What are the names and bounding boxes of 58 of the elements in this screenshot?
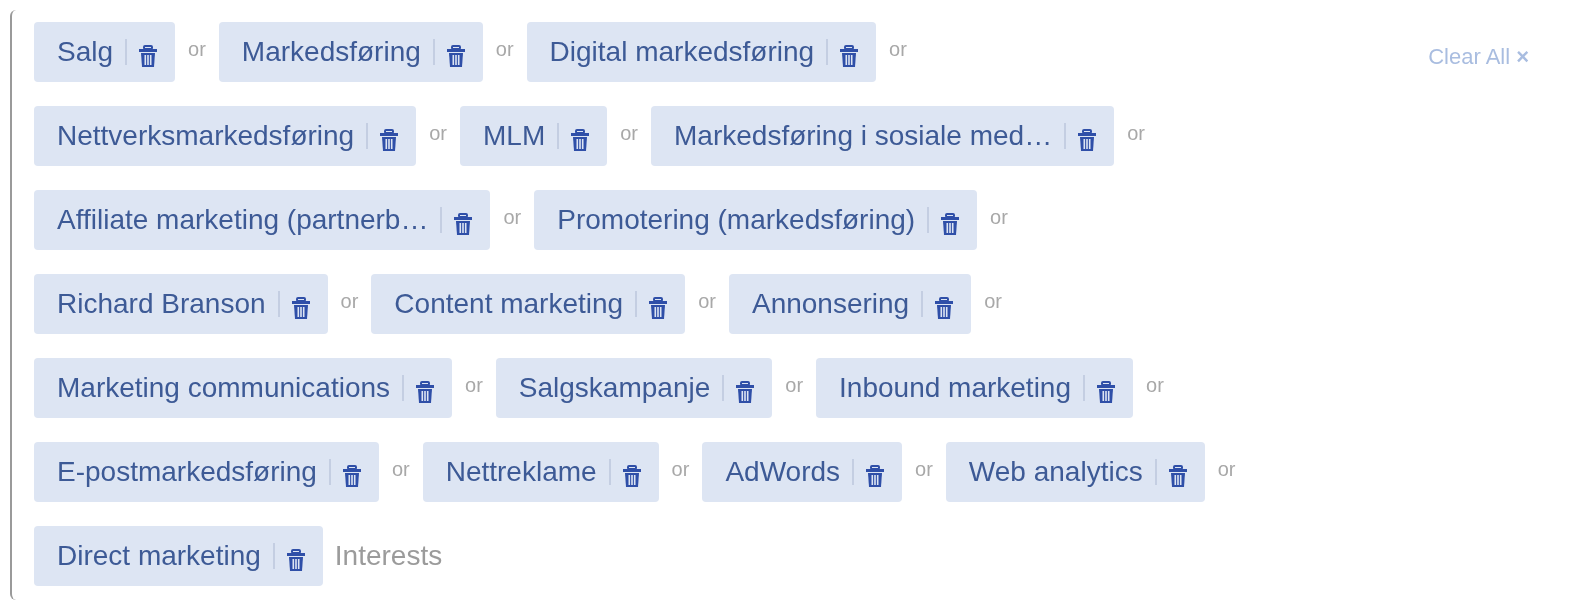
trash-icon[interactable] [941, 213, 960, 235]
interests-input[interactable]: Interests [334, 531, 635, 581]
or-separator: or [1146, 373, 1164, 398]
tag-label: Digital markedsføring [549, 35, 815, 69]
tag-label: Content marketing [394, 287, 624, 321]
or-separator: or [620, 121, 638, 146]
or-separator: or [465, 373, 483, 398]
trash-icon[interactable] [649, 297, 668, 319]
tag-label: Salgskampanje [518, 371, 711, 405]
or-separator: or [915, 457, 933, 482]
tag-label: E-postmarkedsføring [57, 455, 317, 489]
tag-label: Web analytics [968, 455, 1143, 489]
tag-label: Richard Branson [57, 287, 266, 321]
or-separator: or [495, 37, 514, 62]
tag-label: Marketing communications [57, 371, 391, 405]
tag-label: Promotering (markedsføring) [557, 203, 916, 237]
or-separator: or [671, 457, 690, 482]
or-separator: or [1217, 457, 1236, 482]
or-separator: or [1127, 121, 1145, 146]
tag-label: Nettverksmarkedsføring [57, 119, 355, 153]
trash-icon[interactable] [866, 465, 885, 487]
or-separator: or [990, 205, 1008, 230]
trash-icon[interactable] [736, 381, 755, 403]
trash-icon[interactable] [446, 45, 465, 67]
tag-label: Annonsering [751, 287, 910, 321]
or-separator: or [698, 289, 716, 314]
trash-icon[interactable] [291, 297, 310, 319]
trash-icon[interactable] [380, 129, 399, 151]
trash-icon[interactable] [342, 465, 361, 487]
or-separator: or [391, 457, 410, 482]
or-separator: or [429, 121, 447, 146]
trash-icon[interactable] [571, 129, 590, 151]
trash-icon[interactable] [935, 297, 954, 319]
trash-icon[interactable] [1097, 381, 1115, 403]
trash-icon[interactable] [139, 45, 158, 67]
trash-icon[interactable] [622, 465, 641, 487]
trash-icon[interactable] [840, 45, 859, 67]
or-separator: or [889, 37, 907, 62]
tag-label: Nettreklame [445, 455, 597, 489]
tag-label: AdWords [725, 455, 841, 489]
trash-icon[interactable] [454, 213, 473, 235]
clear-all-button[interactable]: Clear All × [1428, 40, 1529, 73]
tag-label: Markedsføring [241, 35, 421, 69]
or-separator: or [188, 37, 206, 62]
tag-label: Inbound marketing [839, 371, 1071, 405]
trash-icon[interactable] [1168, 465, 1187, 487]
tag-label: Salg [57, 35, 114, 69]
tag-label: MLM [483, 119, 546, 153]
or-separator: or [503, 205, 522, 230]
tag-label: Markedsføring i sosiale med… [674, 119, 1053, 153]
or-separator: or [785, 373, 804, 398]
tag-label: Affiliate marketing (partnerb… [57, 203, 429, 237]
trash-icon[interactable] [286, 549, 305, 571]
tag-label: Direct marketing [57, 539, 261, 573]
trash-icon[interactable] [1078, 129, 1097, 151]
or-separator: or [340, 289, 359, 314]
or-separator: or [984, 289, 1002, 314]
trash-icon[interactable] [416, 381, 435, 403]
